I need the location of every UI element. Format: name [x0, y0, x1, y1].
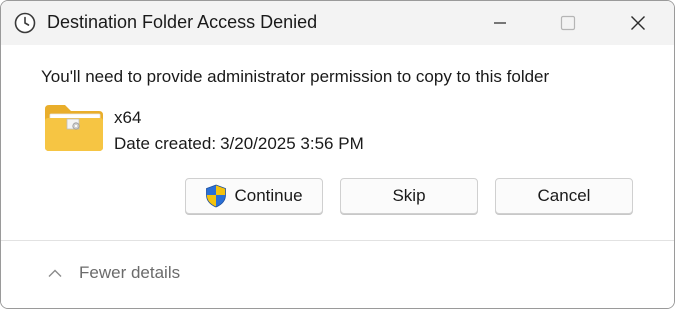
close-icon	[631, 16, 645, 30]
item-date-created: Date created: 3/20/2025 3:56 PM	[114, 134, 364, 154]
fewer-details-label: Fewer details	[79, 263, 181, 282]
fewer-details-toggle[interactable]: Fewer details	[47, 263, 180, 283]
access-denied-dialog: Destination Folder Access Denied You'll …	[0, 0, 675, 309]
chevron-up-icon	[48, 269, 62, 277]
minimize-button[interactable]	[477, 1, 523, 45]
uac-shield-icon	[206, 184, 227, 208]
dialog-footer: Fewer details	[1, 241, 674, 308]
window-title: Destination Folder Access Denied	[47, 12, 318, 32]
skip-label: Skip	[392, 186, 426, 205]
maximize-icon	[560, 15, 576, 31]
cancel-button[interactable]: Cancel	[495, 178, 633, 214]
title-bar[interactable]: Destination Folder Access Denied	[1, 1, 674, 45]
maximize-button[interactable]	[545, 1, 591, 45]
minimize-icon	[494, 22, 506, 24]
folder-icon	[45, 105, 103, 151]
item-name: x64	[114, 108, 142, 127]
skip-button[interactable]: Skip	[340, 178, 478, 214]
date-created-value: 3/20/2025 3:56 PM	[220, 134, 364, 153]
permission-message: You'll need to provide administrator per…	[41, 67, 550, 86]
cancel-label: Cancel	[537, 186, 591, 205]
continue-label: Continue	[234, 186, 303, 205]
close-button[interactable]	[615, 1, 661, 45]
date-created-label: Date created:	[114, 134, 217, 153]
continue-button[interactable]: Continue	[185, 178, 323, 214]
clock-icon	[14, 12, 36, 34]
